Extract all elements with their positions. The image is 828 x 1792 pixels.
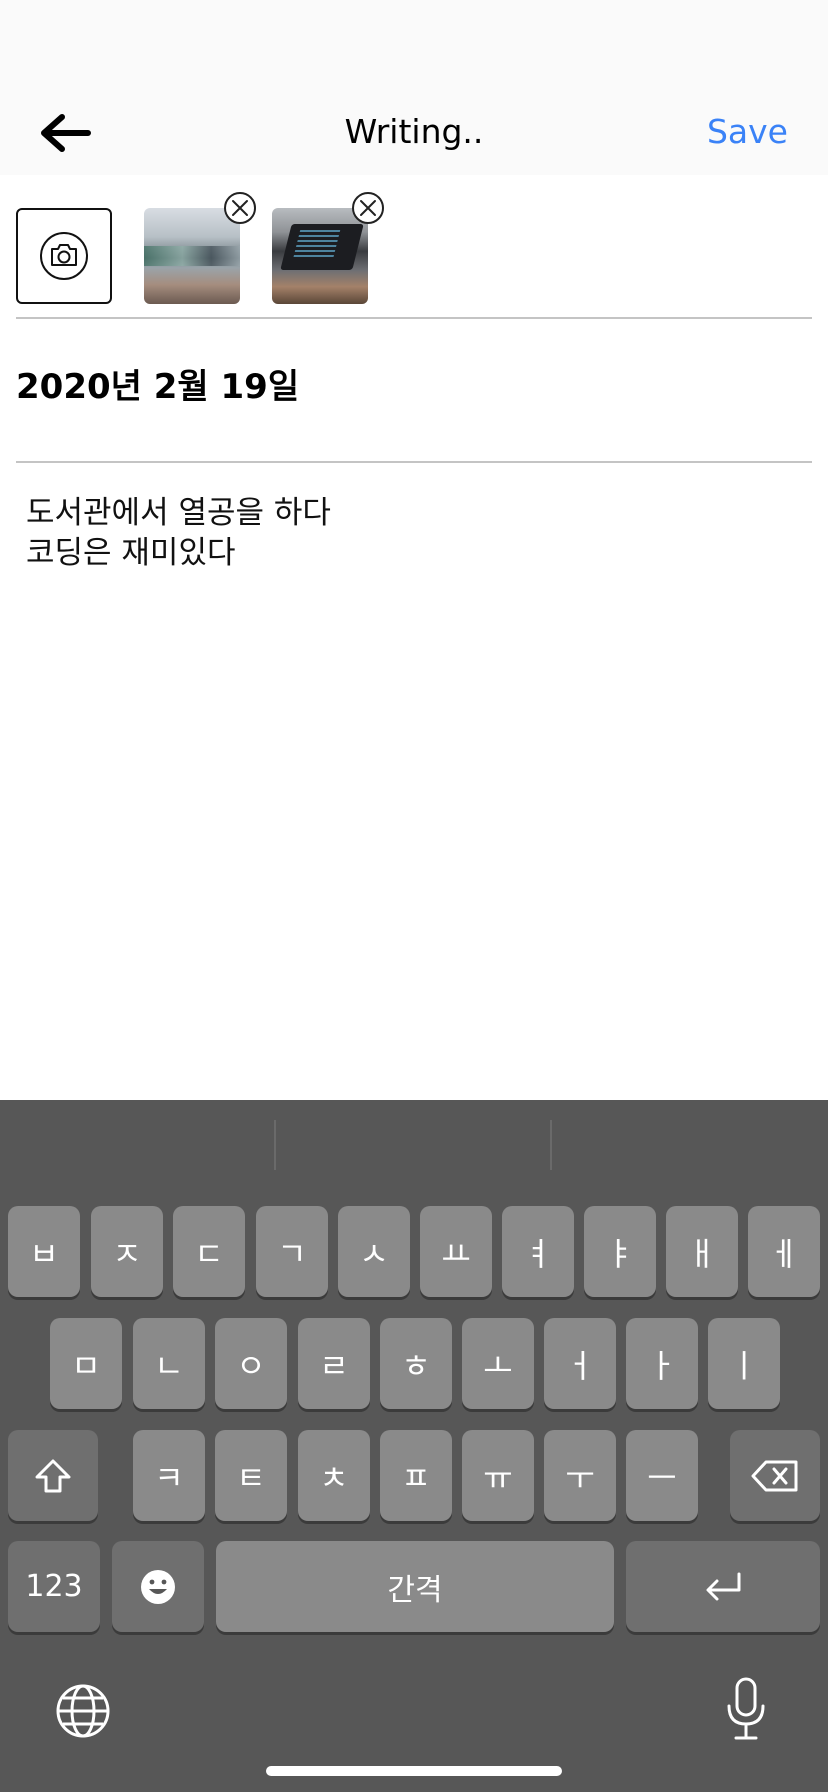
return-key[interactable] — [626, 1541, 820, 1632]
key[interactable]: ㅓ — [544, 1318, 616, 1409]
key-label: ㅣ — [729, 1346, 759, 1385]
key-label: 123 — [25, 1569, 83, 1604]
status-bar — [0, 0, 828, 90]
key-label: ㅗ — [483, 1346, 513, 1385]
key[interactable]: ㄱ — [256, 1206, 328, 1297]
space-key[interactable]: 간격 — [216, 1541, 614, 1632]
emoji-icon — [141, 1569, 175, 1604]
divider — [16, 317, 812, 319]
backspace-icon — [751, 1460, 798, 1491]
key-label: ㅊ — [319, 1458, 349, 1497]
key[interactable]: ㅌ — [215, 1430, 287, 1521]
key-label: ㅓ — [565, 1346, 595, 1385]
emoji-key[interactable] — [112, 1541, 204, 1632]
numbers-key[interactable]: 123 — [8, 1541, 100, 1632]
body-line: 코딩은 재미있다 — [26, 535, 236, 571]
key[interactable]: ㅋ — [133, 1430, 205, 1521]
key[interactable]: ㅑ — [584, 1206, 656, 1297]
key-label: ㅎ — [401, 1346, 431, 1385]
key[interactable]: ㅎ — [380, 1318, 452, 1409]
photo-content — [144, 246, 240, 266]
add-photo-button[interactable] — [16, 208, 112, 304]
key-label: ㅋ — [154, 1458, 184, 1497]
key-label: ㅅ — [359, 1234, 389, 1273]
page-title: Writing.. — [344, 112, 484, 151]
return-icon — [706, 1572, 741, 1600]
key[interactable]: ㄹ — [298, 1318, 370, 1409]
photo-content — [280, 224, 364, 270]
key[interactable]: ㅡ — [626, 1430, 698, 1521]
microphone-icon[interactable] — [722, 1676, 770, 1742]
key[interactable]: ㅔ — [748, 1206, 820, 1297]
prediction-separator — [550, 1120, 552, 1170]
key[interactable]: ㅗ — [462, 1318, 534, 1409]
remove-photo-button[interactable] — [352, 192, 384, 224]
key[interactable]: ㅛ — [420, 1206, 492, 1297]
key[interactable]: ㅈ — [91, 1206, 163, 1297]
key[interactable]: ㅠ — [462, 1430, 534, 1521]
key-label: ㅡ — [647, 1458, 677, 1497]
entry-date[interactable]: 2020년 2월 19일 — [16, 366, 299, 408]
key-label: ㅑ — [605, 1234, 635, 1273]
key[interactable]: ㅅ — [338, 1206, 410, 1297]
key-label: ㅁ — [71, 1346, 101, 1385]
attached-photo-library[interactable] — [144, 208, 240, 304]
close-icon — [360, 200, 376, 216]
attached-photo-laptop[interactable] — [272, 208, 368, 304]
key[interactable]: ㅇ — [215, 1318, 287, 1409]
key-label: ㅏ — [647, 1346, 677, 1385]
key[interactable]: ㅁ — [50, 1318, 122, 1409]
key[interactable]: ㄷ — [173, 1206, 245, 1297]
key-label: ㅕ — [523, 1234, 553, 1273]
key[interactable]: ㅏ — [626, 1318, 698, 1409]
divider — [16, 461, 812, 463]
home-indicator — [266, 1766, 562, 1776]
prediction-separator — [274, 1120, 276, 1170]
key-label: 간격 — [387, 1572, 443, 1608]
save-button[interactable]: Save — [707, 112, 788, 152]
key-label: ㄴ — [154, 1346, 184, 1385]
key[interactable]: ㅜ — [544, 1430, 616, 1521]
key[interactable]: ㅕ — [502, 1206, 574, 1297]
globe-icon[interactable] — [54, 1682, 112, 1740]
key[interactable]: ㅣ — [708, 1318, 780, 1409]
camera-icon — [40, 232, 88, 280]
key[interactable]: ㅊ — [298, 1430, 370, 1521]
key-label: ㅛ — [441, 1234, 471, 1273]
key-label: ㅠ — [483, 1458, 513, 1497]
key-label: ㅔ — [769, 1234, 799, 1273]
key-label: ㅈ — [112, 1234, 142, 1273]
backspace-key[interactable] — [730, 1430, 820, 1521]
key-label: ㄱ — [277, 1234, 307, 1273]
key-label: ㅌ — [236, 1458, 266, 1497]
key-label: ㄹ — [319, 1346, 349, 1385]
key[interactable]: ㅐ — [666, 1206, 738, 1297]
key-label: ㅇ — [236, 1346, 266, 1385]
key[interactable]: ㅍ — [380, 1430, 452, 1521]
key-label: ㅂ — [29, 1234, 59, 1273]
shift-key[interactable] — [8, 1430, 98, 1521]
remove-photo-button[interactable] — [224, 192, 256, 224]
key[interactable]: ㅂ — [8, 1206, 80, 1297]
entry-body-textarea[interactable]: 도서관에서 열공을 하다 코딩은 재미있다 — [26, 493, 806, 573]
key-label: ㅐ — [687, 1234, 717, 1273]
key-label: ㅍ — [401, 1458, 431, 1497]
key-label: ㅜ — [565, 1458, 595, 1497]
close-icon — [232, 200, 248, 216]
body-line: 도서관에서 열공을 하다 — [26, 495, 331, 531]
key[interactable]: ㄴ — [133, 1318, 205, 1409]
key-label: ㄷ — [194, 1234, 224, 1273]
shift-icon — [35, 1459, 71, 1492]
